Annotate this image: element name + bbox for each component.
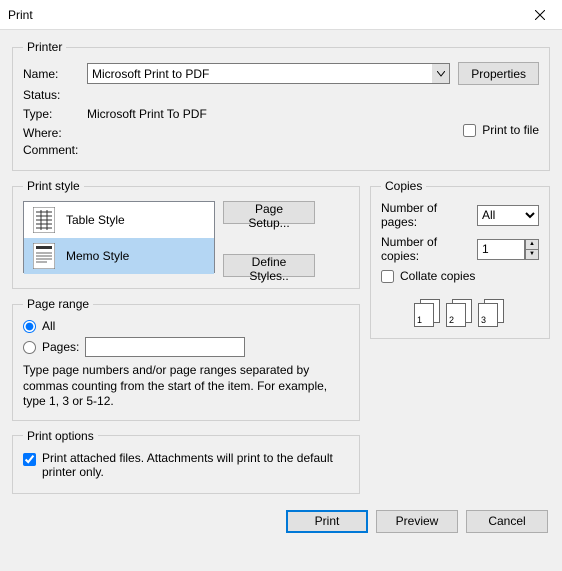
collate-figure: 11 22 33	[381, 299, 539, 327]
define-styles-button[interactable]: Define Styles..	[223, 254, 315, 277]
page-range-pages-input[interactable]	[85, 337, 245, 357]
cancel-button[interactable]: Cancel	[466, 510, 548, 533]
name-label: Name:	[23, 67, 87, 81]
page-range-group: Page range All Pages: Type page numbers …	[12, 297, 360, 421]
style-item-label: Memo Style	[66, 249, 129, 263]
print-attached-checkbox[interactable]	[23, 453, 36, 466]
print-attached-check[interactable]: Print attached files. Attachments will p…	[23, 451, 349, 479]
page-range-help: Type page numbers and/or page ranges sep…	[23, 363, 349, 410]
style-list[interactable]: Table Style Memo Style	[23, 201, 215, 273]
table-style-icon	[32, 206, 56, 234]
print-to-file-label: Print to file	[482, 123, 539, 137]
style-item-label: Table Style	[66, 213, 125, 227]
page-range-pages-radio[interactable]	[23, 341, 36, 354]
num-copies-spinner[interactable]: ▲ ▼	[477, 239, 539, 260]
print-button[interactable]: Print	[286, 510, 368, 533]
print-options-legend: Print options	[23, 429, 98, 443]
num-copies-label: Number of copies:	[381, 235, 471, 263]
print-style-legend: Print style	[23, 179, 84, 193]
num-copies-input[interactable]	[477, 239, 525, 260]
dialog-footer: Print Preview Cancel	[12, 510, 550, 533]
copies-legend: Copies	[381, 179, 426, 193]
spin-up-icon[interactable]: ▲	[525, 239, 539, 250]
print-attached-label: Print attached files. Attachments will p…	[42, 451, 349, 479]
num-pages-select[interactable]: All	[477, 205, 539, 226]
comment-label: Comment:	[23, 143, 87, 157]
page-range-legend: Page range	[23, 297, 93, 311]
page-range-all[interactable]: All	[23, 319, 349, 333]
collate-label: Collate copies	[400, 269, 475, 283]
preview-button[interactable]: Preview	[376, 510, 458, 533]
page-range-pages[interactable]: Pages:	[23, 337, 349, 357]
status-label: Status:	[23, 88, 87, 102]
print-to-file-check[interactable]: Print to file	[463, 123, 539, 137]
print-style-group: Print style Table Style Memo Style	[12, 179, 360, 289]
titlebar: Print	[0, 0, 562, 30]
properties-button[interactable]: Properties	[458, 62, 539, 85]
print-to-file-checkbox[interactable]	[463, 124, 476, 137]
page-range-pages-label: Pages:	[42, 340, 79, 354]
collate-check[interactable]: Collate copies	[381, 269, 539, 283]
page-range-all-radio[interactable]	[23, 320, 36, 333]
copies-group: Copies Number of pages: All Number of co…	[370, 179, 550, 339]
printer-name-combo[interactable]: Microsoft Print to PDF	[87, 63, 450, 84]
printer-legend: Printer	[23, 40, 66, 54]
type-value: Microsoft Print To PDF	[87, 107, 207, 121]
type-label: Type:	[23, 107, 87, 121]
memo-style-icon	[32, 242, 56, 270]
print-options-group: Print options Print attached files. Atta…	[12, 429, 360, 494]
style-item-memo[interactable]: Memo Style	[24, 238, 214, 274]
collate-checkbox[interactable]	[381, 270, 394, 283]
style-item-table[interactable]: Table Style	[24, 202, 214, 238]
close-button[interactable]	[517, 0, 562, 30]
where-label: Where:	[23, 126, 87, 140]
page-setup-button[interactable]: Page Setup...	[223, 201, 315, 224]
printer-group: Printer Name: Microsoft Print to PDF Pro…	[12, 40, 550, 171]
spin-down-icon[interactable]: ▼	[525, 249, 539, 260]
window-title: Print	[8, 8, 33, 22]
page-range-all-label: All	[42, 319, 55, 333]
close-icon	[535, 10, 545, 20]
num-pages-label: Number of pages:	[381, 201, 471, 229]
